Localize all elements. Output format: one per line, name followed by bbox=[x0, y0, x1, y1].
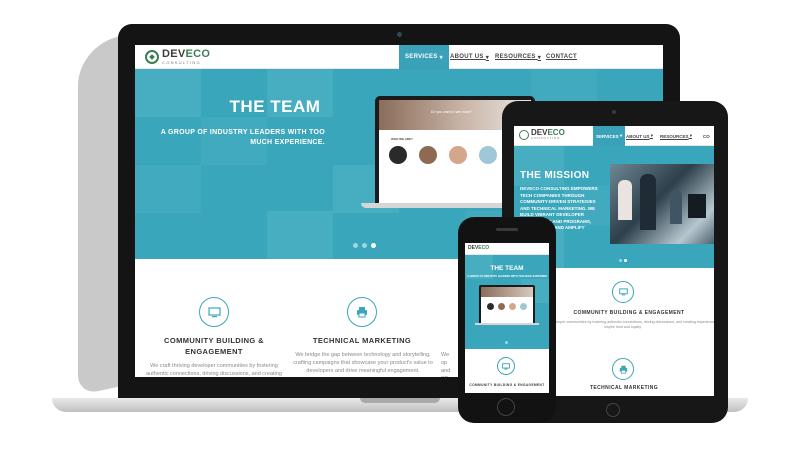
community-feature-icon-circle bbox=[199, 297, 229, 327]
tablet-nav-services[interactable]: SERVICES ▾ bbox=[593, 126, 626, 146]
monitor-icon bbox=[618, 288, 628, 296]
slider-dot-1[interactable] bbox=[353, 243, 358, 248]
tablet-logo[interactable]: DEVECO CONSULTING bbox=[519, 129, 565, 140]
responsive-devices-mockup: DEVECO CONSULTING SERVICES ▾ ABOUT US ▾ … bbox=[0, 0, 800, 471]
phone-community-icon-circle bbox=[497, 357, 515, 375]
technical-feature-icon-circle bbox=[347, 297, 377, 327]
nav-services-label: SERVICES bbox=[405, 54, 438, 60]
logo-name-suffix: ECO bbox=[185, 48, 211, 60]
tablet-technical-icon-circle bbox=[612, 358, 634, 380]
tablet-community-title: COMMUNITY BUILDING & ENGAGEMENT bbox=[573, 310, 685, 316]
tablet-community-icon-circle bbox=[612, 281, 634, 303]
nav-services[interactable]: SERVICES ▾ bbox=[399, 45, 449, 69]
nav-about-us[interactable]: ABOUT US ▾ bbox=[450, 45, 489, 69]
nav-about-label: ABOUT US bbox=[450, 54, 484, 60]
chevron-down-icon: ▾ bbox=[485, 54, 490, 61]
phone-slide-laptop-base bbox=[475, 323, 539, 325]
tablet-home-button[interactable] bbox=[606, 403, 620, 417]
phone-community-title: COMMUNITY BUILDING & ENGAGEMENT bbox=[469, 383, 545, 387]
phone-navbar: DEVECO bbox=[465, 243, 549, 255]
chevron-down-icon: ▾ bbox=[537, 54, 541, 61]
slider-dot-2[interactable] bbox=[362, 243, 367, 248]
tablet-navbar: DEVECO CONSULTING SERVICES ▾ ABOUT US ▾ … bbox=[514, 126, 714, 146]
laptop-logo[interactable]: DEVECO CONSULTING bbox=[145, 48, 210, 66]
phone-slide-laptop-image bbox=[479, 285, 535, 323]
tablet-nav-resources-label: RESOURCES bbox=[660, 133, 689, 139]
community-feature-body: We craft thriving developer communities … bbox=[146, 363, 282, 377]
tablet-nav-contact[interactable]: CO bbox=[703, 126, 710, 146]
tablet-nav-resources[interactable]: RESOURCES ▾ bbox=[660, 126, 692, 146]
tablet-hero-team-photo bbox=[610, 164, 714, 244]
logo-tagline: CONSULTING bbox=[162, 60, 201, 65]
phone-slider-dot[interactable] bbox=[505, 341, 508, 344]
slide-who-heading: WHO WE ARE? bbox=[391, 137, 413, 141]
monitor-icon bbox=[502, 362, 510, 370]
nav-contact[interactable]: CONTACT bbox=[546, 45, 577, 69]
nav-resources-label: RESOURCES bbox=[495, 54, 536, 60]
logo-name-prefix: DEV bbox=[162, 48, 186, 60]
laptop-hero-subtitle: A GROUP OF INDUSTRY LEADERS WITH TOO MUC… bbox=[160, 129, 325, 147]
slider-dot-3[interactable] bbox=[371, 243, 376, 248]
slide-question: Do you want to see more? bbox=[431, 110, 472, 114]
community-feature-title: COMMUNITY BUILDING & ENGAGEMENT bbox=[164, 336, 264, 356]
nav-contact-label: CONTACT bbox=[546, 54, 577, 60]
tablet-technical-title: TECHNICAL MARKETING bbox=[589, 385, 659, 391]
third-feature-body: We op and SE bbox=[441, 352, 451, 377]
logo-leaf-icon bbox=[145, 50, 159, 64]
phone-home-button[interactable] bbox=[497, 398, 515, 416]
tablet-camera bbox=[612, 110, 616, 114]
tablet-hero-title: THE MISSION bbox=[520, 170, 590, 181]
tablet-nav-services-label: SERVICES bbox=[596, 133, 619, 139]
technical-feature-body: We bridge the gap between technology and… bbox=[293, 352, 433, 374]
tablet-nav-about-label: ABOUT US bbox=[626, 133, 650, 139]
tablet-slider-dot-2[interactable] bbox=[624, 259, 627, 262]
phone-hero-title: THE TEAM bbox=[490, 265, 524, 272]
chevron-down-icon: ▾ bbox=[439, 54, 443, 61]
laptop-base-notch bbox=[360, 398, 440, 403]
phone-logo-suffix: ECO bbox=[478, 245, 490, 251]
technical-feature-title: TECHNICAL MARKETING bbox=[312, 336, 412, 345]
tablet-logo-tagline: CONSULTING bbox=[531, 136, 561, 140]
printer-icon bbox=[357, 307, 367, 318]
tablet-slider-dot-1[interactable] bbox=[619, 259, 622, 262]
monitor-icon bbox=[207, 306, 221, 317]
phone-hero: THE TEAM A GROUP OF INDUSTRY LEADERS WIT… bbox=[465, 255, 549, 349]
phone-logo[interactable]: DEVECO bbox=[468, 245, 489, 251]
nav-resources[interactable]: RESOURCES ▾ bbox=[495, 45, 541, 69]
phone-screen: DEVECO THE TEAM A GROUP OF INDUSTRY LEAD… bbox=[465, 243, 549, 393]
phone-speaker bbox=[496, 228, 518, 231]
laptop-navbar: DEVECO CONSULTING SERVICES ▾ ABOUT US ▾ … bbox=[135, 45, 663, 69]
phone-hero-subtitle: A GROUP OF INDUSTRY LEADERS WITH TOO MUC… bbox=[467, 275, 547, 278]
phone-logo-prefix: DEV bbox=[468, 245, 479, 251]
laptop-hero-title: THE TEAM bbox=[229, 97, 321, 116]
logo-leaf-icon bbox=[519, 129, 529, 140]
printer-icon bbox=[619, 365, 627, 374]
laptop-camera bbox=[397, 32, 402, 37]
tablet-nav-contact-label: CO bbox=[703, 133, 710, 139]
tablet-nav-about[interactable]: ABOUT US ▾ bbox=[626, 126, 653, 146]
